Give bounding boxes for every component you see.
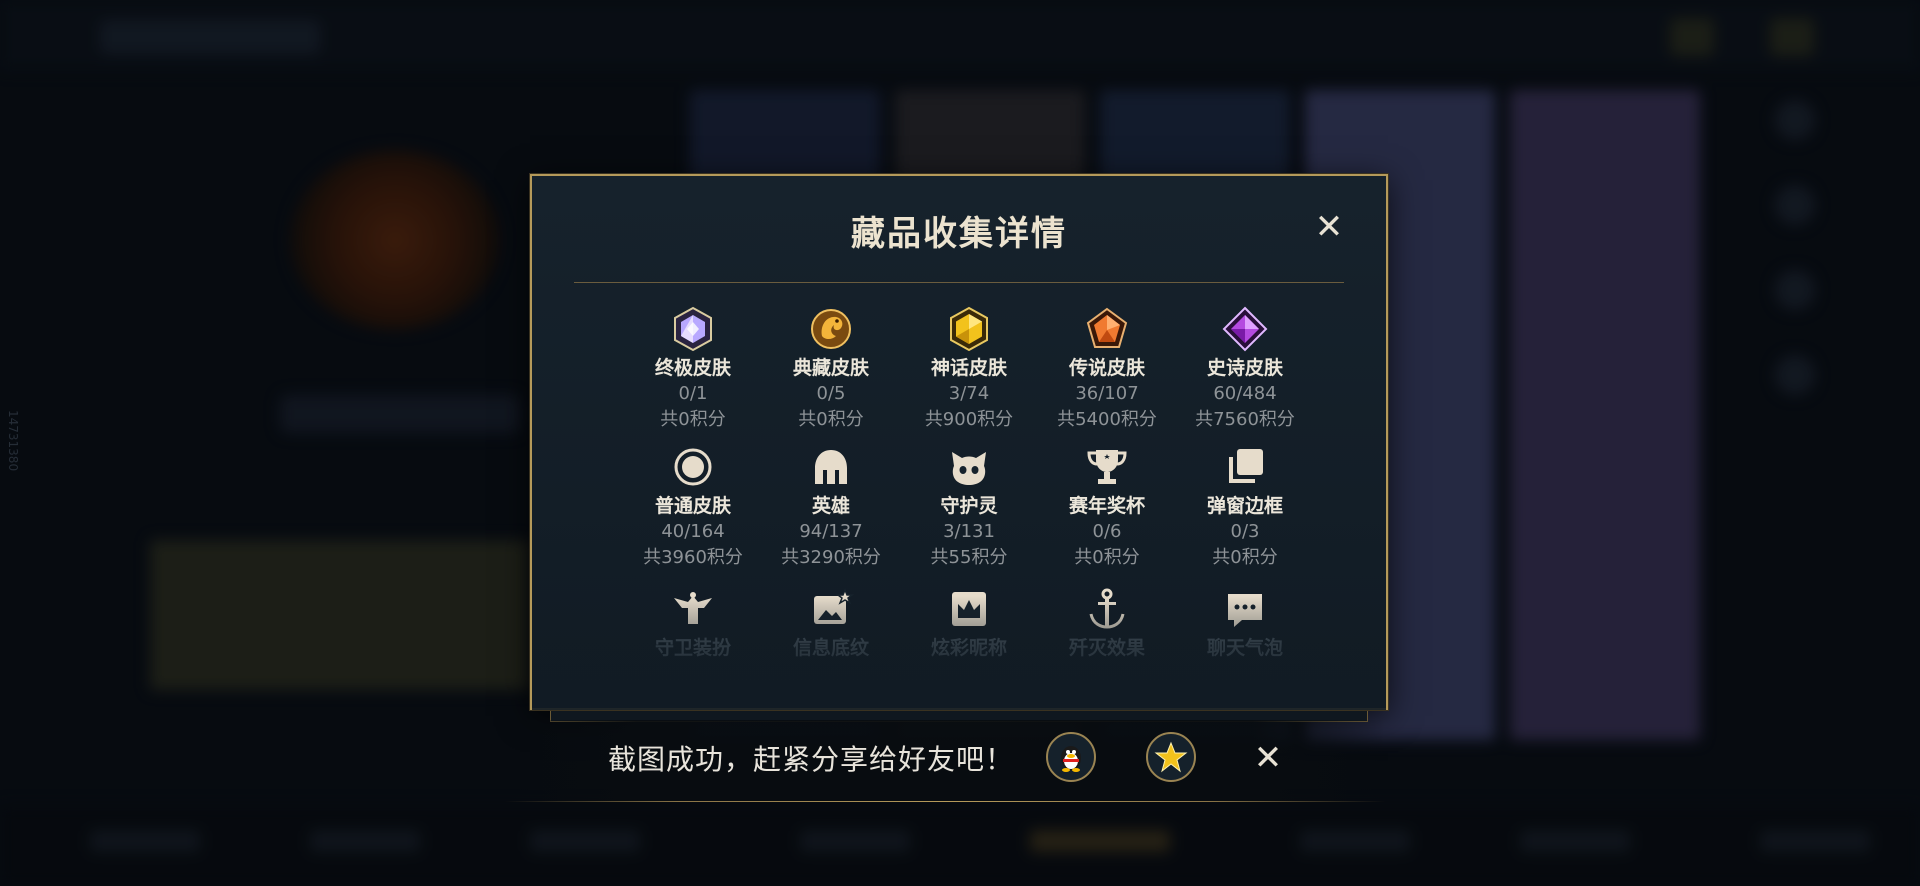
collection-item-info-pattern[interactable]: 信息底纹 [762,586,900,660]
item-points: 共0积分 [1212,547,1278,568]
epic-gem-icon [1222,306,1268,352]
item-count: 3/74 [948,383,990,404]
collection-item-popup-frame[interactable]: 弹窗边框 0/3 共0积分 [1176,444,1314,570]
frame-stack-icon [1229,449,1263,483]
item-count: 0/1 [678,383,708,404]
item-label: 信息底纹 [792,637,869,659]
item-label: 守护灵 [940,495,998,517]
qq-penguin-icon [1061,746,1081,772]
trophy-icon [1087,450,1127,484]
item-count: 0/5 [816,383,846,404]
item-points: 共3960积分 [643,547,743,568]
item-label: 史诗皮肤 [1206,357,1283,379]
mythic-gem-icon [950,306,988,352]
spirit-pet-icon [952,452,986,485]
item-points: 共0积分 [660,409,726,430]
collection-item-spirit-pet[interactable]: 守护灵 3/131 共55积分 [900,444,1038,570]
share-qzone-button[interactable] [1146,732,1196,782]
dragon-emblem-icon [811,309,851,349]
item-label: 赛年奖杯 [1068,495,1145,517]
item-points: 共0积分 [798,409,864,430]
item-count: 3/131 [943,521,995,542]
item-label: 歼灭效果 [1068,637,1145,659]
item-count: 60/484 [1213,383,1277,404]
legendary-gem-icon [1086,307,1128,348]
share-qq-button[interactable] [1046,732,1096,782]
item-points: 共7560积分 [1195,409,1295,430]
collection-item-guardian-outfit[interactable]: 守卫装扮 [624,586,762,660]
collection-item-hero[interactable]: 英雄 94/137 共3290积分 [762,444,900,570]
item-label: 神话皮肤 [930,357,1007,379]
collection-item-normal-skin[interactable]: 普通皮肤 40/164 共3960积分 [624,444,762,570]
toast-message: 截图成功，赶紧分享给好友吧！ [608,743,1015,776]
chat-bubble-icon [1228,594,1262,627]
item-label: 普通皮肤 [654,495,731,517]
collection-item-mythic-skin[interactable]: 神话皮肤 3/74 共900积分 [900,306,1038,432]
crown-card-icon [952,592,986,626]
item-count: 94/137 [799,521,863,542]
guardian-icon [674,592,712,624]
item-points: 共5400积分 [1057,409,1157,430]
collection-item-collector-skin[interactable]: 典藏皮肤 0/5 共0积分 [762,306,900,432]
collection-item-ultimate-skin[interactable]: 终极皮肤 0/1 共0积分 [624,306,762,432]
item-count: 0/6 [1092,521,1122,542]
anchor-icon [1089,588,1125,629]
item-points: 共900积分 [924,409,1014,430]
collection-details-modal: 藏品收集详情 ✕ 终极皮肤 0/1 共0积分 典藏皮肤 0/5 共0积分 神话皮… [530,174,1388,722]
modal-title: 藏品收集详情 [851,214,1067,254]
collection-item-chat-bubble[interactable]: 聊天气泡 [1176,586,1314,660]
item-label: 终极皮肤 [654,357,731,379]
collection-item-legendary-skin[interactable]: 传说皮肤 36/107 共5400积分 [1038,306,1176,432]
collection-item-kill-effect[interactable]: 歼灭效果 [1038,586,1176,660]
collection-item-color-nickname[interactable]: 炫彩昵称 [900,586,1038,660]
title-divider [574,282,1344,283]
item-count: 40/164 [661,521,725,542]
item-label: 传说皮肤 [1068,357,1145,379]
screenshot-share-toast: 截图成功，赶紧分享给好友吧！ ✕ [505,720,1385,802]
item-label: 弹窗边框 [1206,495,1283,517]
ultimate-gem-icon [674,306,712,352]
item-label: 聊天气泡 [1206,637,1283,659]
item-points: 共0积分 [1074,547,1140,568]
item-points: 共55积分 [930,547,1008,568]
item-label: 炫彩昵称 [930,637,1007,659]
item-label: 典藏皮肤 [792,357,869,379]
image-star-icon [814,587,854,624]
item-label: 英雄 [811,495,850,517]
item-label: 守卫装扮 [654,637,731,659]
toast-close-button[interactable]: ✕ [1248,738,1288,778]
collection-item-season-trophy[interactable]: 赛年奖杯 0/6 共0积分 [1038,444,1176,570]
helmet-icon [815,450,847,484]
ring-icon [674,448,712,486]
item-points: 共3290积分 [781,547,881,568]
item-count: 36/107 [1075,383,1139,404]
collection-item-epic-skin[interactable]: 史诗皮肤 60/484 共7560积分 [1176,306,1314,432]
modal-close-button[interactable]: ✕ [1312,210,1346,244]
star-badge-icon [1154,741,1188,773]
item-count: 0/3 [1230,521,1260,542]
